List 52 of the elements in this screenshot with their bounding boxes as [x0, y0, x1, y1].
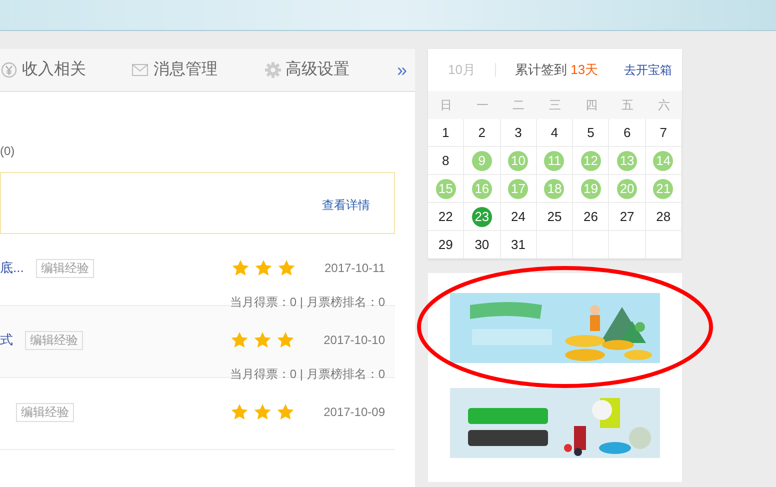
experience-row[interactable]: 式 编辑经验 2017-10-10 当月得票：0 | 月票榜排名：0	[0, 306, 395, 378]
star-icon	[276, 404, 294, 420]
view-details-link[interactable]: 查看详情	[322, 196, 370, 214]
calendar-day[interactable]: 2	[472, 122, 492, 142]
date-text: 2017-10-09	[324, 404, 385, 421]
weekday-label: 五	[620, 97, 635, 114]
calendar-day[interactable]: 22	[436, 206, 456, 226]
calendar-day[interactable]: 30	[472, 234, 492, 254]
star-icon	[254, 260, 272, 276]
star-icon	[230, 404, 248, 420]
calendar-day[interactable]: 24	[508, 206, 528, 226]
weekday-label: 日	[439, 97, 454, 114]
star-icon	[276, 332, 294, 348]
settings-icon	[264, 62, 281, 78]
star-icon	[278, 260, 294, 276]
weekday-label: 六	[656, 97, 671, 114]
date-text: 2017-10-11	[324, 260, 385, 277]
weekday-label: 二	[512, 97, 526, 114]
calendar-day[interactable]: 27	[617, 206, 638, 226]
calendar-day[interactable]: 28	[653, 206, 674, 226]
tab[interactable]: 消息管理	[132, 58, 265, 82]
weekday-label: 一	[475, 97, 490, 114]
date-text: 2017-10-10	[324, 332, 385, 349]
calendar-day[interactable]: 31	[508, 234, 528, 254]
star-icon	[230, 332, 248, 348]
calendar-day[interactable]: 6	[617, 122, 638, 142]
month-label: 10月	[448, 61, 476, 80]
calendar-day[interactable]: 4	[544, 122, 564, 142]
calendar-day[interactable]: 23	[472, 206, 492, 226]
yen-icon	[1, 62, 17, 78]
calendar-day[interactable]: 1	[436, 122, 456, 142]
tab[interactable]: 高级设置	[264, 58, 397, 82]
calendar-day[interactable]: 8	[436, 150, 456, 170]
weekday-label: 四	[584, 97, 598, 114]
experience-title[interactable]: 底...	[0, 258, 24, 278]
star-icon	[232, 260, 248, 276]
open-treasure-link[interactable]: 去开宝箱	[624, 61, 672, 79]
tab[interactable]: 收入相关	[1, 58, 132, 82]
sign-in-summary: 累计签到 13天	[515, 61, 598, 80]
star-icon	[254, 404, 271, 420]
weekday-label: 三	[548, 97, 562, 114]
calendar-day[interactable]: 26	[580, 206, 601, 226]
more-button[interactable]: »	[396, 56, 407, 84]
experience-title[interactable]: 式	[0, 330, 13, 350]
calendar-day[interactable]: 29	[436, 234, 456, 254]
mail-icon	[132, 64, 148, 76]
calendar-day[interactable]: 25	[544, 206, 564, 226]
star-icon	[254, 332, 271, 348]
calendar-day[interactable]: 3	[508, 122, 528, 142]
count-text: (0)	[0, 143, 15, 160]
calendar-day[interactable]: 5	[580, 122, 601, 142]
calendar-day[interactable]: 7	[653, 122, 674, 142]
